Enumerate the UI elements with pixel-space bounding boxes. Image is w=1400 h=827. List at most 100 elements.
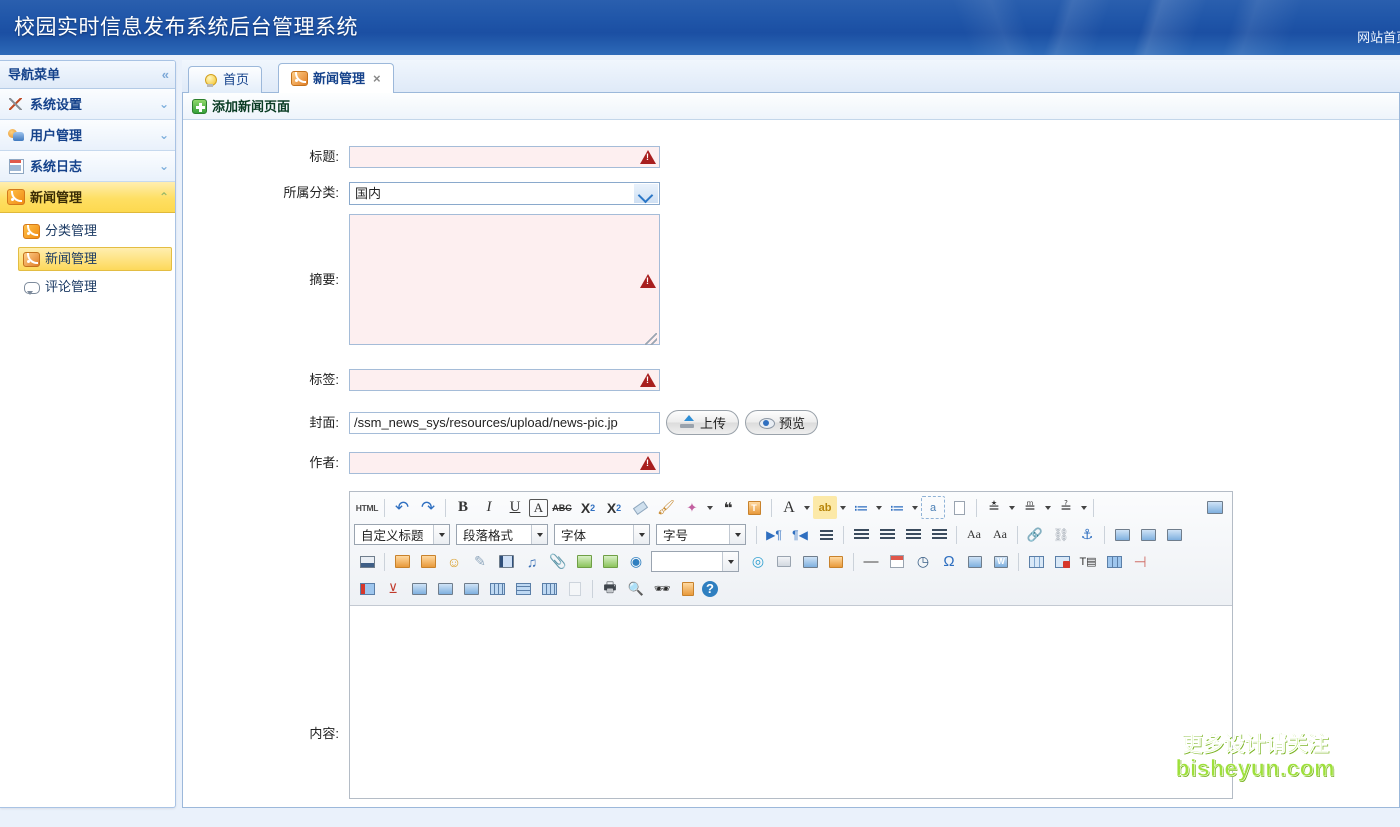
image-left-wrap-icon[interactable] <box>1110 523 1134 546</box>
split-cells-icon[interactable] <box>485 577 509 600</box>
sidebar-item-news-management[interactable]: 新闻管理 ⌃ <box>0 182 175 213</box>
delete-column-icon[interactable]: ⊻ <box>381 577 405 600</box>
blockquote-icon[interactable]: ❝ <box>716 496 740 519</box>
spechars-icon[interactable] <box>963 550 987 573</box>
align-justify-icon[interactable] <box>927 523 951 546</box>
fullscreen-icon[interactable] <box>1203 496 1227 519</box>
gmap-icon[interactable] <box>598 550 622 573</box>
unordered-list-caret[interactable] <box>910 496 920 519</box>
align-right-icon[interactable] <box>901 523 925 546</box>
indent-icon[interactable] <box>814 523 838 546</box>
ltr-direction-icon[interactable]: ▶¶ <box>762 523 786 546</box>
tab-home[interactable]: 首页 <box>188 66 263 93</box>
insert-column-icon[interactable] <box>355 577 379 600</box>
unordered-list-icon[interactable]: ≔ <box>885 496 909 519</box>
undo-icon[interactable]: ↶ <box>390 496 414 519</box>
link-icon[interactable]: 🔗 <box>1023 523 1047 546</box>
horizontal-rule-icon[interactable]: — <box>859 550 883 573</box>
special-character-icon[interactable]: Ω <box>937 550 961 573</box>
word-import-icon[interactable]: W <box>989 550 1013 573</box>
row-spacing-icon[interactable]: ≟ <box>1054 496 1078 519</box>
page-break-icon[interactable] <box>947 496 971 519</box>
map-icon[interactable] <box>572 550 596 573</box>
insert-template-icon[interactable] <box>355 550 379 573</box>
font-size-select[interactable]: 字号 <box>656 524 746 545</box>
help-icon[interactable]: ? <box>702 580 718 597</box>
subscript-icon[interactable]: X2 <box>602 496 626 519</box>
source-html-button[interactable]: HTML <box>355 496 379 519</box>
italic-icon[interactable]: I <box>477 496 501 519</box>
insert-row-below-icon[interactable] <box>433 577 457 600</box>
image-center-icon[interactable] <box>1136 523 1160 546</box>
eraser-icon[interactable] <box>628 496 652 519</box>
format-brush-icon[interactable]: 🖌 <box>654 496 678 519</box>
webapp-icon[interactable]: ◎ <box>746 550 770 573</box>
print-icon[interactable]: 🖶 <box>598 577 622 600</box>
font-color-icon[interactable]: A <box>777 496 801 519</box>
author-input[interactable] <box>349 452 660 474</box>
tags-input[interactable] <box>349 369 660 391</box>
chevron-down-icon[interactable] <box>634 184 658 203</box>
underline-icon[interactable]: U <box>503 496 527 519</box>
ordered-list-caret[interactable] <box>874 496 884 519</box>
sidebar-subitem-comment-management[interactable]: 评论管理 <box>18 275 172 299</box>
line-height-icon[interactable]: ≛ <box>982 496 1006 519</box>
code-language-select[interactable] <box>651 551 739 572</box>
background-color-caret[interactable] <box>838 496 848 519</box>
font-color-caret[interactable] <box>802 496 812 519</box>
insert-table-icon[interactable] <box>1024 550 1048 573</box>
redo-icon[interactable]: ↷ <box>416 496 440 519</box>
sidebar-subitem-news-management[interactable]: 新闻管理 <box>18 247 172 271</box>
font-family-select[interactable]: 字体 <box>554 524 650 545</box>
sidebar-item-system-settings[interactable]: 系统设置 ⌄ <box>0 89 175 120</box>
align-left-icon[interactable] <box>849 523 873 546</box>
rtl-direction-icon[interactable]: ¶◀ <box>788 523 812 546</box>
attachment-icon[interactable]: 📎 <box>546 550 570 573</box>
merge-cells-icon[interactable]: ⊣ <box>1128 550 1152 573</box>
preview-icon[interactable]: 🔍 <box>624 577 648 600</box>
summary-textarea[interactable] <box>349 214 660 345</box>
insert-video-icon[interactable] <box>494 550 518 573</box>
sidebar-item-user-management[interactable]: 用户管理 ⌄ <box>0 120 175 151</box>
unlink-icon[interactable]: ⛓ <box>1049 523 1073 546</box>
paste-icon[interactable] <box>676 577 700 600</box>
editor-content-area[interactable] <box>350 606 1232 798</box>
paste-text-icon[interactable]: T <box>742 496 766 519</box>
insert-time-icon[interactable]: ◷ <box>911 550 935 573</box>
cover-path-input[interactable] <box>349 411 660 434</box>
split-cols-icon[interactable] <box>537 577 561 600</box>
category-select[interactable]: 国内 <box>349 182 660 205</box>
custom-title-select[interactable]: 自定义标题 <box>354 524 450 545</box>
preview-button[interactable]: 预览 <box>745 410 819 435</box>
text-box-icon[interactable]: A <box>529 498 548 517</box>
insert-code-icon[interactable]: ◉ <box>624 550 648 573</box>
line-height-caret[interactable] <box>1007 496 1017 519</box>
paragraph-spacing-icon[interactable]: ≞ <box>1018 496 1042 519</box>
anchor-icon[interactable]: ⚓ <box>1075 523 1099 546</box>
insert-iframe-icon[interactable] <box>772 550 796 573</box>
clear-format-icon[interactable] <box>563 577 587 600</box>
background-color-icon[interactable]: ab <box>813 496 837 519</box>
title-input[interactable] <box>349 146 660 168</box>
upload-image-icon[interactable] <box>416 550 440 573</box>
background-icon[interactable] <box>824 550 848 573</box>
layout-icon[interactable] <box>798 550 822 573</box>
scrawl-icon[interactable]: ✎ <box>468 550 492 573</box>
insert-image-icon[interactable] <box>390 550 414 573</box>
paragraph-format-select[interactable]: 段落格式 <box>456 524 548 545</box>
anchor-text-icon[interactable]: a <box>921 496 945 519</box>
bold-icon[interactable]: B <box>451 496 475 519</box>
table-title-icon[interactable]: T▤ <box>1076 550 1100 573</box>
tab-close-icon[interactable]: × <box>373 72 381 85</box>
collapse-sidebar-icon[interactable]: « <box>162 61 169 89</box>
sidebar-subitem-category-management[interactable]: 分类管理 <box>18 219 172 243</box>
strikethrough-icon[interactable]: ABC <box>550 496 574 519</box>
row-spacing-caret[interactable] <box>1079 496 1089 519</box>
sidebar-item-system-log[interactable]: 系统日志 ⌄ <box>0 151 175 182</box>
upload-button[interactable]: 上传 <box>666 410 740 435</box>
split-rows-icon[interactable] <box>511 577 535 600</box>
insert-cell-icon[interactable] <box>459 577 483 600</box>
decrease-font-icon[interactable]: Aa <box>988 523 1012 546</box>
delete-table-icon[interactable] <box>1050 550 1074 573</box>
magic-wand-icon[interactable]: ✦ <box>680 496 704 519</box>
